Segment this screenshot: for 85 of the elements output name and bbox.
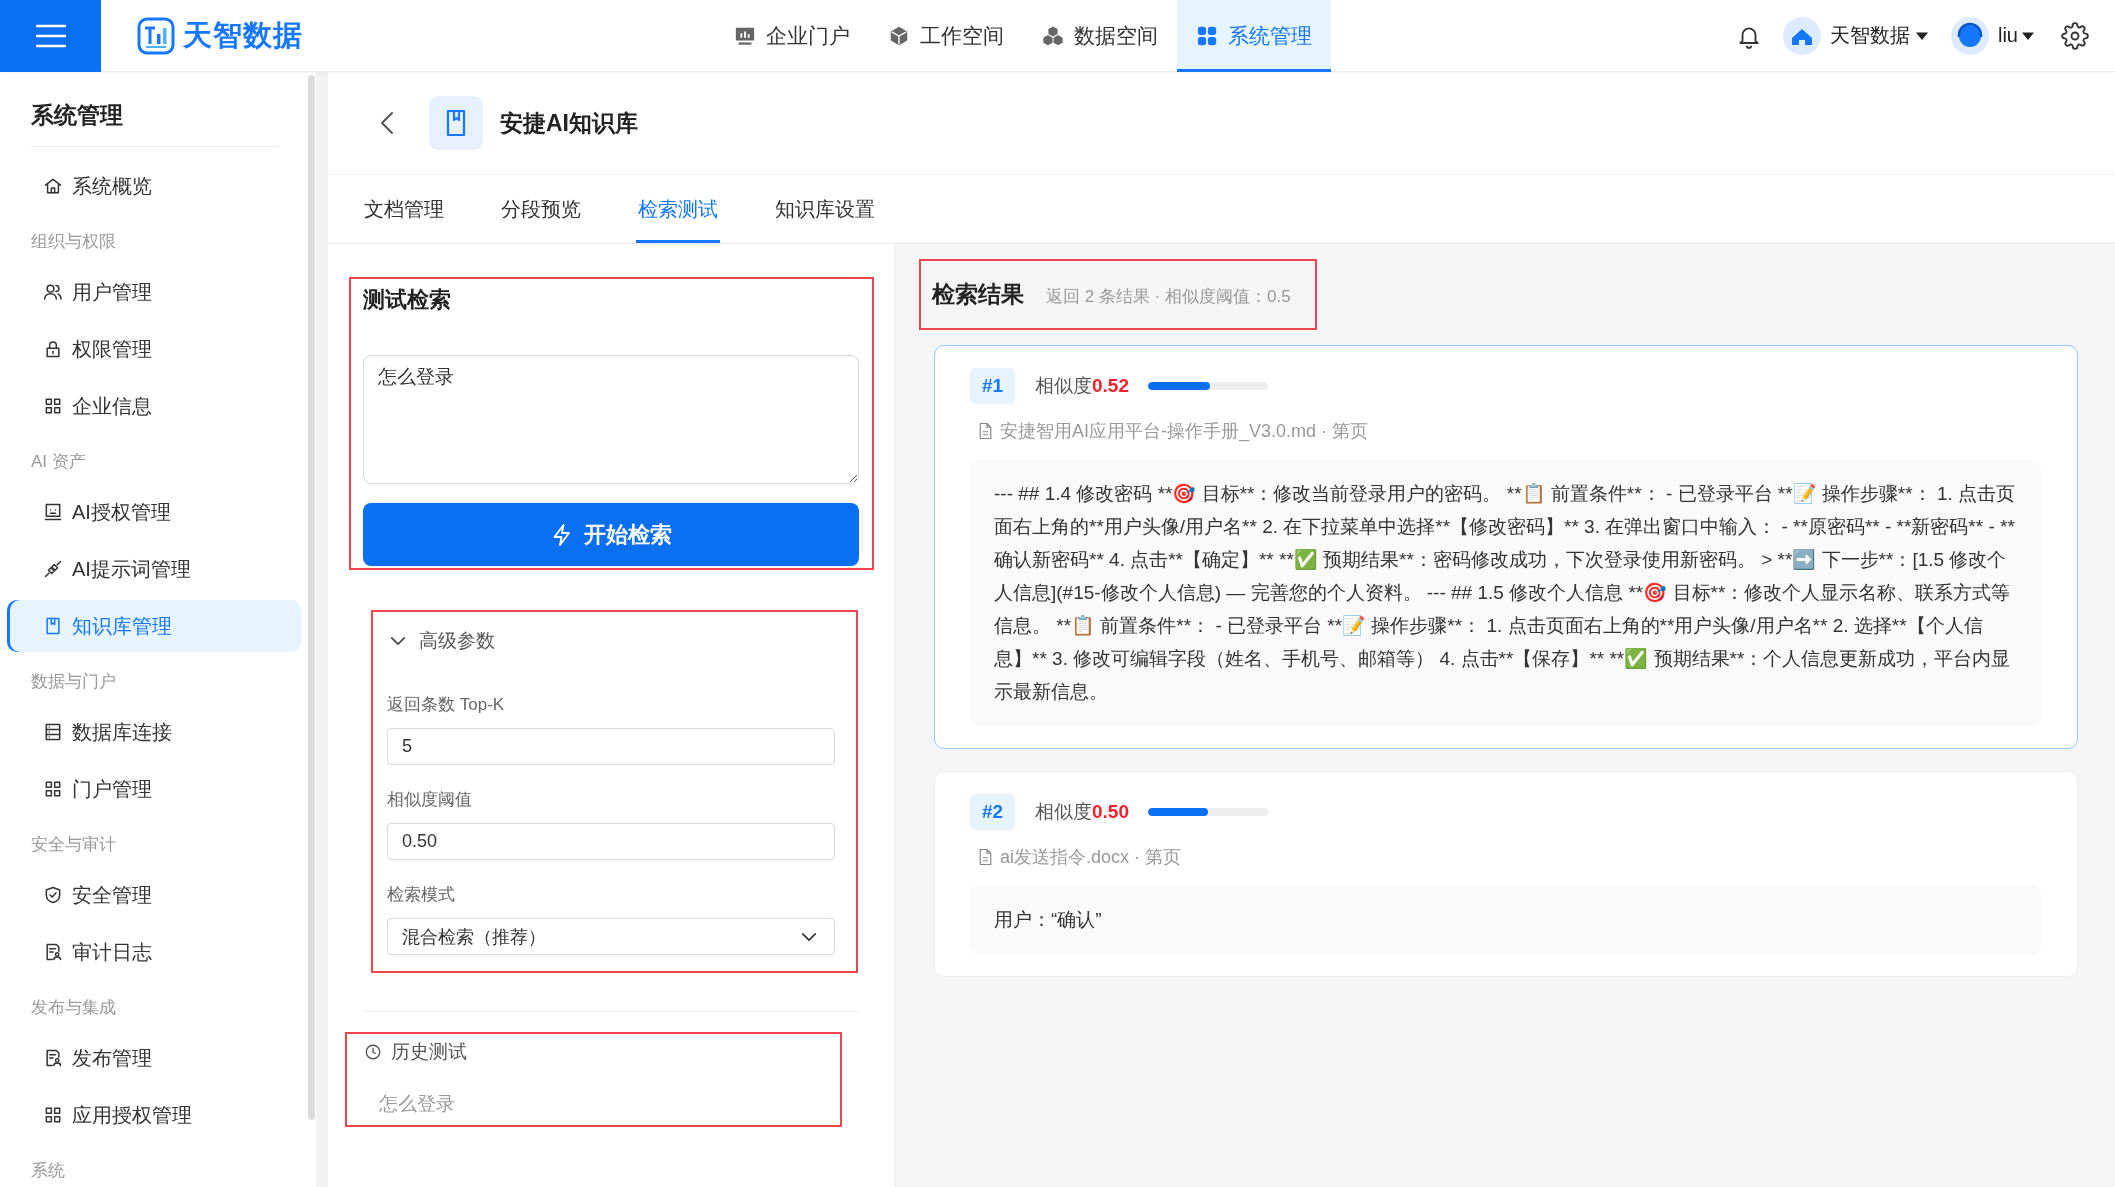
tab[interactable]: 检索测试 [636,175,720,243]
house-icon [43,176,63,196]
plug-icon [43,559,63,579]
bookmark-icon [43,616,63,636]
shield-check-icon [43,885,63,905]
section-heading: 数据与门户 [30,671,117,693]
sidebar-item[interactable]: AI授权管理 [7,486,301,538]
lock-icon [43,339,63,359]
monitor-face-icon [43,502,63,522]
sidebar-item[interactable]: 数据库连接 [7,706,301,758]
document-user-icon [43,1048,63,1068]
mode-select[interactable]: 混合检索（推荐） [387,918,835,955]
chunk-text: --- ## 1.4 修改密码 **🎯 目标**：修改当前登录用户的密码。 **📋 前置条件**： - 已登录平台 **📝 操作步骤**： 1. 点击页面右上角的**用户头像/用户名** 2. 在下拉菜单中选择**【修改密码】** 3. 在弹出窗口中输入： - **原密码** - **新密码** - **确认新密码** 4. 点击**【确定】** **✅ 预期结果**：密码修改成功，下次登录使用新密码。 > **➡ 下一步**：[1.5 修改个人信息](#15-修改个人信息) — 完善您的个人资料。 --- ## 1.5 修改个人信息 **🎯 目标**：修改个人显示名称、联系方式等信息。 **📋 前置条件**： - 已登录平台 **📝 操作步骤**： 1. 点击页面右上角的**用户头像/用户名** 2. 选择**【个人信息】** 3. 修改可编辑字段（姓名、手机号、邮箱等） 4. 点击**【保存】** **✅ 预期结果**：个人信息更新成功，平台内显示最新信息。 [970,460,2041,726]
menu-icon [35,23,66,48]
query-field[interactable]: 怎么登录 [363,355,859,484]
sidebar-item[interactable]: 系统概览 [7,160,301,212]
similarity-label: 相似度 [1035,374,1092,398]
sidebar-item[interactable]: 知识库管理 [7,600,301,652]
section-heading: 安全与审计 [30,834,117,856]
result-card[interactable]: #2 相似度0.50 ai发送指令.docx · 第页 用户：“确认” [934,771,2078,977]
org-dropdown[interactable]: 天智数据 [1830,22,1928,49]
document-icon [978,422,993,440]
sidebar-item[interactable]: 用户管理 [7,266,301,318]
section-heading: AI 资产 [30,451,87,473]
back-icon[interactable] [379,110,395,136]
sidebar-item[interactable]: 安全管理 [7,869,301,921]
section-heading: 发布与集成 [30,997,117,1019]
source-file: ai发送指令.docx · 第页 [1000,846,1182,869]
org-avatar-icon [1783,16,1821,55]
grid-icon [43,779,63,799]
clock-icon [364,1043,382,1061]
nav-tab[interactable]: 企业门户 [715,0,869,72]
document-user-icon [43,942,63,962]
sidebar-item[interactable]: 应用授权管理 [7,1089,301,1141]
similarity-score: 0.52 [1092,375,1129,397]
sidebar-item[interactable]: 审计日志 [7,926,301,978]
scrollbar-thumb[interactable] [308,75,315,1120]
sidebar-item[interactable]: 门户管理 [7,763,301,815]
logo-icon [137,16,175,55]
sidebar-item[interactable]: AI提示词管理 [7,543,301,595]
menu-button[interactable] [0,0,101,72]
nav-tab[interactable]: 工作空间 [869,0,1023,72]
server-icon [43,722,63,742]
results-title: 检索结果 [932,280,1024,309]
sidebar-item[interactable]: 权限管理 [7,323,301,375]
user-dropdown[interactable]: liu [1998,24,2034,47]
document-icon [978,848,993,866]
users-icon [43,282,63,302]
history-title: 历史测试 [391,1040,467,1064]
similarity-label: 相似度 [1035,800,1092,824]
results-summary: 返回 2 条结果 · 相似度阈值：0.5 [1046,286,1291,308]
input-field[interactable]: 0.50 [387,823,835,860]
grid-icon [43,1105,63,1125]
rank-badge: #1 [970,368,1015,404]
tab[interactable]: 文档管理 [362,175,446,243]
four-tiles-icon [1196,24,1218,47]
chunk-text: 用户：“确认” [970,886,2041,954]
result-card[interactable] [934,345,2078,749]
field-label: 检索模式 [387,884,456,906]
nav-tab[interactable]: 数据空间 [1023,0,1177,72]
similarity-score: 0.50 [1092,801,1129,823]
field-label: 相似度阈值 [387,789,473,811]
section-heading: 系统 [30,1160,66,1182]
tab[interactable]: 分段预览 [499,175,583,243]
user-avatar-icon [1951,16,1989,55]
settings-icon[interactable] [2061,21,2089,50]
logo-text: 天智数据 [183,17,303,53]
panel-title: 测试检索 [363,286,452,314]
cube-icon [888,24,910,47]
grid-icon [43,396,63,416]
sidebar-item[interactable]: 发布管理 [7,1032,301,1084]
tab[interactable]: 知识库设置 [773,175,877,243]
sidebar-title: 系统管理 [31,100,278,147]
search-button[interactable]: 开始检索 [363,503,859,566]
field-label: 返回条数 Top-K [387,694,506,716]
page-title: 安捷AI知识库 [500,108,638,138]
input-field[interactable]: 5 [387,728,835,765]
sidebar-item[interactable]: 企业信息 [7,380,301,432]
section-heading: 组织与权限 [30,231,117,253]
nav-tab[interactable]: 系统管理 [1177,0,1331,72]
advanced-toggle[interactable]: 高级参数 [387,626,495,656]
rank-badge: #2 [970,794,1015,830]
bookmark-icon [429,96,483,150]
source-file: 安捷智用AI应用平台-操作手册_V3.0.md · 第页 [1000,420,1369,443]
cubes-icon [1042,24,1064,47]
